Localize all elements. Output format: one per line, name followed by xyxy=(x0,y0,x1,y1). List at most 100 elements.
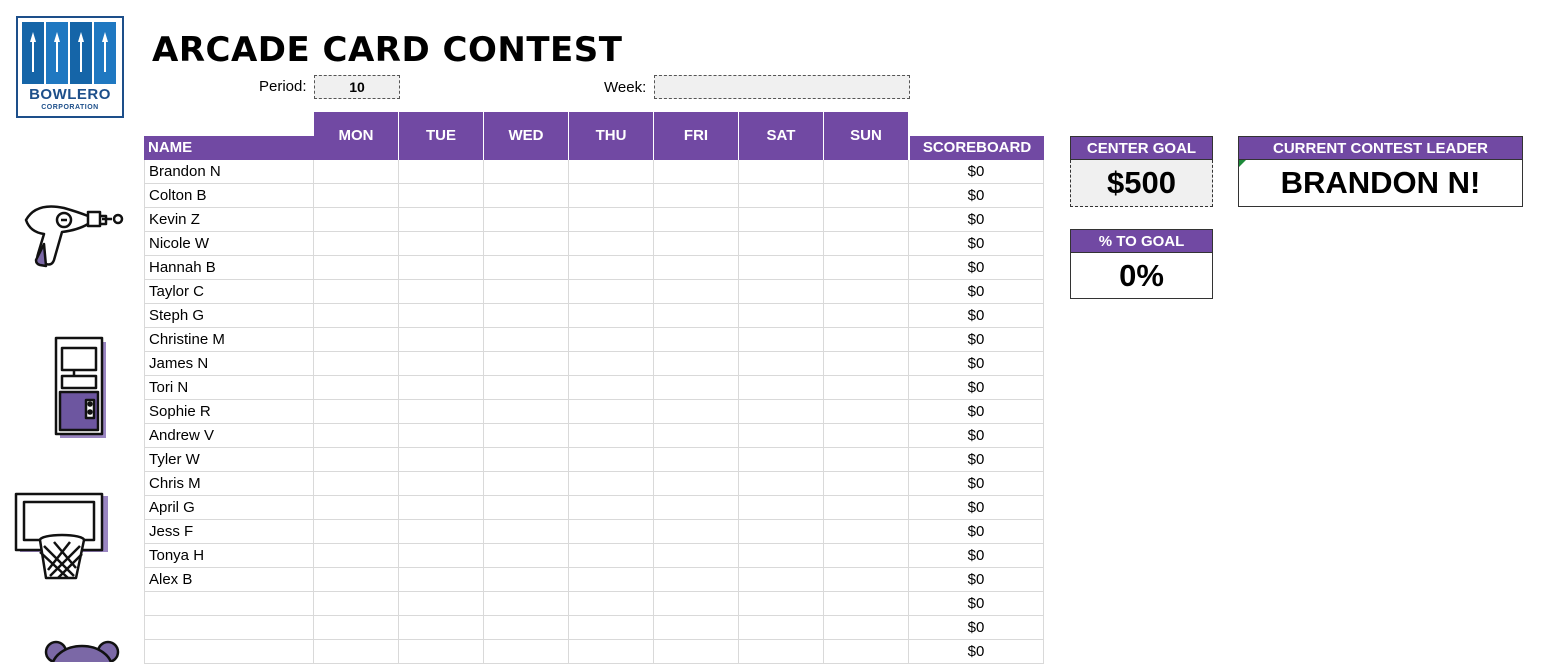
day-cell[interactable] xyxy=(654,280,739,304)
day-cell[interactable] xyxy=(654,472,739,496)
day-cell[interactable] xyxy=(654,544,739,568)
day-cell[interactable] xyxy=(824,568,909,592)
day-cell[interactable] xyxy=(484,304,569,328)
name-cell[interactable]: Andrew V xyxy=(144,424,314,448)
day-cell[interactable] xyxy=(824,280,909,304)
name-cell[interactable]: Nicole W xyxy=(144,232,314,256)
day-cell[interactable] xyxy=(314,544,399,568)
day-cell[interactable] xyxy=(399,160,484,184)
day-cell[interactable] xyxy=(824,232,909,256)
day-cell[interactable] xyxy=(399,592,484,616)
day-cell[interactable] xyxy=(569,640,654,664)
day-cell[interactable] xyxy=(824,256,909,280)
day-cell[interactable] xyxy=(739,544,824,568)
name-cell[interactable] xyxy=(144,616,314,640)
day-cell[interactable] xyxy=(739,472,824,496)
day-cell[interactable] xyxy=(569,208,654,232)
name-cell[interactable]: April G xyxy=(144,496,314,520)
day-cell[interactable] xyxy=(484,496,569,520)
day-cell[interactable] xyxy=(654,208,739,232)
day-cell[interactable] xyxy=(314,592,399,616)
day-cell[interactable] xyxy=(739,184,824,208)
day-cell[interactable] xyxy=(739,304,824,328)
day-cell[interactable] xyxy=(484,616,569,640)
day-cell[interactable] xyxy=(569,352,654,376)
day-cell[interactable] xyxy=(484,256,569,280)
day-cell[interactable] xyxy=(739,640,824,664)
day-cell[interactable] xyxy=(824,616,909,640)
day-cell[interactable] xyxy=(569,328,654,352)
day-cell[interactable] xyxy=(484,160,569,184)
day-cell[interactable] xyxy=(654,160,739,184)
day-cell[interactable] xyxy=(314,280,399,304)
day-cell[interactable] xyxy=(739,520,824,544)
day-cell[interactable] xyxy=(824,400,909,424)
day-cell[interactable] xyxy=(824,472,909,496)
day-cell[interactable] xyxy=(569,376,654,400)
day-cell[interactable] xyxy=(569,232,654,256)
day-cell[interactable] xyxy=(484,208,569,232)
day-cell[interactable] xyxy=(484,232,569,256)
name-cell[interactable]: Kevin Z xyxy=(144,208,314,232)
day-cell[interactable] xyxy=(569,448,654,472)
day-cell[interactable] xyxy=(484,352,569,376)
day-cell[interactable] xyxy=(484,520,569,544)
day-cell[interactable] xyxy=(484,592,569,616)
day-cell[interactable] xyxy=(654,232,739,256)
day-cell[interactable] xyxy=(569,568,654,592)
day-cell[interactable] xyxy=(654,184,739,208)
day-cell[interactable] xyxy=(739,160,824,184)
day-cell[interactable] xyxy=(654,568,739,592)
day-cell[interactable] xyxy=(824,424,909,448)
name-cell[interactable] xyxy=(144,640,314,664)
day-cell[interactable] xyxy=(739,424,824,448)
day-cell[interactable] xyxy=(484,472,569,496)
day-cell[interactable] xyxy=(314,160,399,184)
day-cell[interactable] xyxy=(314,400,399,424)
day-cell[interactable] xyxy=(824,496,909,520)
day-cell[interactable] xyxy=(399,280,484,304)
day-cell[interactable] xyxy=(399,496,484,520)
day-cell[interactable] xyxy=(739,400,824,424)
day-cell[interactable] xyxy=(824,448,909,472)
week-field[interactable] xyxy=(654,75,910,99)
day-cell[interactable] xyxy=(484,184,569,208)
day-cell[interactable] xyxy=(824,592,909,616)
day-cell[interactable] xyxy=(314,184,399,208)
day-cell[interactable] xyxy=(739,496,824,520)
day-cell[interactable] xyxy=(484,376,569,400)
day-cell[interactable] xyxy=(399,424,484,448)
day-cell[interactable] xyxy=(654,616,739,640)
name-cell[interactable]: Tyler W xyxy=(144,448,314,472)
day-cell[interactable] xyxy=(314,352,399,376)
day-cell[interactable] xyxy=(739,616,824,640)
day-cell[interactable] xyxy=(484,328,569,352)
day-cell[interactable] xyxy=(739,592,824,616)
day-cell[interactable] xyxy=(484,424,569,448)
name-cell[interactable]: Tonya H xyxy=(144,544,314,568)
day-cell[interactable] xyxy=(654,496,739,520)
day-cell[interactable] xyxy=(314,448,399,472)
day-cell[interactable] xyxy=(654,328,739,352)
day-cell[interactable] xyxy=(569,304,654,328)
name-cell[interactable]: James N xyxy=(144,352,314,376)
day-cell[interactable] xyxy=(654,376,739,400)
day-cell[interactable] xyxy=(739,352,824,376)
name-cell[interactable]: Chris M xyxy=(144,472,314,496)
day-cell[interactable] xyxy=(314,424,399,448)
day-cell[interactable] xyxy=(314,376,399,400)
day-cell[interactable] xyxy=(399,568,484,592)
day-cell[interactable] xyxy=(569,160,654,184)
day-cell[interactable] xyxy=(399,304,484,328)
day-cell[interactable] xyxy=(739,328,824,352)
day-cell[interactable] xyxy=(399,400,484,424)
day-cell[interactable] xyxy=(399,184,484,208)
day-cell[interactable] xyxy=(824,640,909,664)
day-cell[interactable] xyxy=(399,616,484,640)
name-cell[interactable]: Colton B xyxy=(144,184,314,208)
day-cell[interactable] xyxy=(399,328,484,352)
day-cell[interactable] xyxy=(654,592,739,616)
day-cell[interactable] xyxy=(824,304,909,328)
day-cell[interactable] xyxy=(739,256,824,280)
day-cell[interactable] xyxy=(569,616,654,640)
